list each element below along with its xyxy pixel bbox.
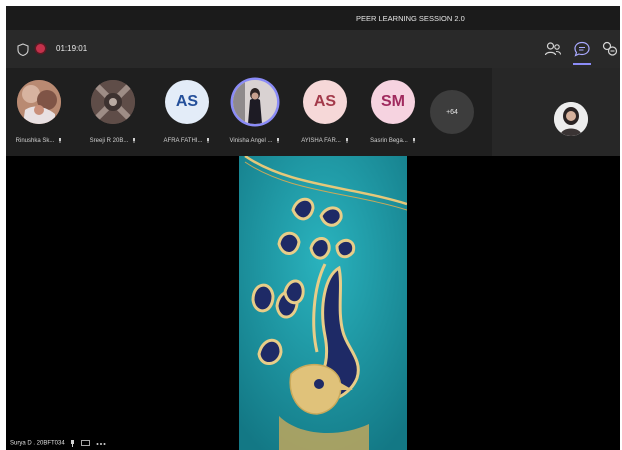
more-options-icon[interactable] xyxy=(96,442,106,446)
participant-name: Sreeji R 20B... xyxy=(89,138,129,145)
participant-strip: Rinushka Sk... Sreeji R 20B... AS AFRA F… xyxy=(6,68,492,156)
more-participants-button[interactable]: +64 xyxy=(430,90,474,134)
meeting-timer: 01:19:01 xyxy=(56,44,88,53)
participant-name: AYISHA FAR... xyxy=(301,138,341,145)
chat-icon[interactable] xyxy=(572,39,592,59)
pin-icon[interactable] xyxy=(412,138,416,143)
participant-photo xyxy=(233,80,277,124)
shared-video-stage xyxy=(239,156,407,450)
avatar-initials: AS xyxy=(313,93,337,110)
record-icon xyxy=(36,44,45,53)
participant-tile[interactable]: Rinushka Sk... xyxy=(6,68,72,156)
pin-icon[interactable] xyxy=(345,138,349,143)
participant-name: Sasrin Bega... xyxy=(370,138,408,145)
participant-tile[interactable]: Sreeji R 20B... xyxy=(80,68,146,156)
participant-name: AFRA FATHI... xyxy=(163,138,203,145)
meeting-toolbar: 01:19:01 xyxy=(6,30,620,68)
stage-caption: Surya D . 20BFT034 xyxy=(10,440,106,447)
pin-icon[interactable] xyxy=(58,138,62,143)
pin-icon[interactable] xyxy=(132,138,136,143)
avatar-initials: SM xyxy=(381,93,405,110)
pin-icon[interactable] xyxy=(206,138,210,143)
avatar-initials: AS xyxy=(175,93,199,110)
more-count: +64 xyxy=(446,108,458,116)
share-icon[interactable] xyxy=(600,39,620,59)
participant-name: Vinisha Angel ... xyxy=(229,138,273,145)
avatar: AS xyxy=(303,80,347,124)
shield-icon[interactable] xyxy=(17,43,29,56)
avatar xyxy=(233,80,277,124)
avatar: AS xyxy=(165,80,209,124)
meeting-title: PEER LEARNING SESSION 2.0 xyxy=(356,14,465,23)
participant-tile[interactable]: AS AFRA FATHI... xyxy=(154,68,220,156)
pin-icon[interactable] xyxy=(70,440,75,447)
participant-tile[interactable]: SM Sasrin Bega... xyxy=(360,68,426,156)
people-icon[interactable] xyxy=(543,39,563,59)
self-view-avatar[interactable] xyxy=(554,102,588,136)
participant-tile[interactable]: AS AYISHA FAR... xyxy=(292,68,358,156)
participant-photo xyxy=(17,80,61,124)
participant-photo xyxy=(91,80,135,124)
screen-share-icon[interactable] xyxy=(81,440,90,447)
pin-icon[interactable] xyxy=(276,138,280,143)
avatar xyxy=(91,80,135,124)
meeting-window: PEER LEARNING SESSION 2.0 01:19:01 Rinus… xyxy=(6,6,620,450)
avatar xyxy=(17,80,61,124)
peacock-embroidery-image xyxy=(239,156,407,450)
avatar: SM xyxy=(371,80,415,124)
presenter-name: Surya D . 20BFT034 xyxy=(10,440,65,447)
self-photo xyxy=(554,102,588,136)
participant-tile[interactable]: Vinisha Angel ... xyxy=(222,68,288,156)
participant-name: Rinushka Sk... xyxy=(15,138,55,145)
chat-active-indicator xyxy=(573,63,591,65)
title-bar: PEER LEARNING SESSION 2.0 xyxy=(6,6,620,30)
